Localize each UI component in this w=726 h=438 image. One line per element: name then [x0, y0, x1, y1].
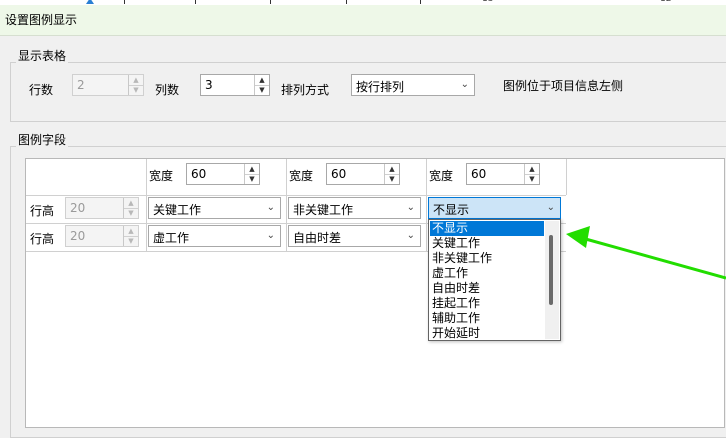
cols-down-icon[interactable]: ▼ [255, 85, 269, 95]
field-value: 非关键工作 [293, 203, 354, 217]
width-label: 宽度 [289, 169, 314, 183]
width-value: 60 [191, 167, 207, 181]
dialog-title: 设置图例显示 [5, 13, 78, 27]
row-height-stepper-2[interactable]: 20 ▲ ▼ [65, 225, 139, 247]
arrange-label: 排列方式 [281, 83, 330, 97]
row-height-label: 行高 [30, 232, 55, 246]
cols-label: 列数 [155, 83, 180, 97]
chevron-down-icon: ⌄ [460, 79, 469, 90]
display-table-group-title: 显示表格 [16, 47, 69, 64]
dropdown-option[interactable]: 辅助工作 [430, 311, 544, 326]
chevron-down-icon: ⌄ [406, 202, 415, 213]
row-height-value: 20 [70, 229, 86, 243]
width-stepper-1[interactable]: 60 ▲ ▼ [186, 163, 260, 185]
field-select-r1c3[interactable]: 不显示 ⌄ [428, 197, 561, 219]
field-select-r1c2[interactable]: 非关键工作 ⌄ [288, 197, 421, 219]
rows-down-icon[interactable]: ▼ [129, 85, 143, 95]
width-value: 60 [471, 167, 487, 181]
field-value: 不显示 [433, 203, 470, 217]
dropdown-option[interactable]: 挂起工作 [430, 296, 544, 311]
cols-stepper[interactable]: 3 ▲ ▼ [200, 74, 270, 96]
rows-value: 2 [77, 78, 85, 92]
dropdown-option[interactable]: 不显示 [430, 221, 544, 236]
field-select-r1c1[interactable]: 关键工作 ⌄ [148, 197, 281, 219]
field-value: 自由时差 [293, 231, 342, 245]
chevron-down-icon: ⌄ [266, 230, 275, 241]
width-stepper-3[interactable]: 60 ▲ ▼ [466, 163, 540, 185]
chevron-down-icon: ⌄ [406, 230, 415, 241]
arrange-value: 按行排列 [356, 80, 405, 94]
ruler-label: 13 [482, 0, 493, 4]
rows-stepper[interactable]: 2 ▲ ▼ [72, 74, 144, 96]
dialog-title-bar: 设置图例显示 [0, 5, 726, 36]
width-stepper-2[interactable]: 60 ▲ ▼ [326, 163, 400, 185]
row-height-stepper-1[interactable]: 20 ▲ ▼ [65, 197, 139, 219]
width-down-icon[interactable]: ▼ [245, 174, 259, 184]
width-value: 60 [331, 167, 347, 181]
dropdown-option[interactable]: 自由时差 [430, 281, 544, 296]
chevron-down-icon: ⌄ [266, 202, 275, 213]
row-height-value: 20 [70, 201, 86, 215]
row-height-down-icon[interactable]: ▼ [124, 236, 138, 246]
width-down-icon[interactable]: ▼ [385, 174, 399, 184]
dropdown-option[interactable]: 虚工作 [430, 266, 544, 281]
width-down-icon[interactable]: ▼ [525, 174, 539, 184]
rows-label: 行数 [29, 83, 54, 97]
dropdown-option[interactable]: 开始延时 [430, 326, 544, 341]
field-select-r2c1[interactable]: 虚工作 ⌄ [148, 225, 281, 247]
ruler-marker-icon [86, 0, 94, 4]
width-label: 宽度 [429, 169, 454, 183]
width-label: 宽度 [149, 169, 174, 183]
chevron-down-icon: ⌄ [546, 202, 555, 213]
dropdown-scrollbar[interactable] [545, 221, 559, 339]
field-dropdown-list[interactable]: 不显示 关键工作 非关键工作 虚工作 自由时差 挂起工作 辅助工作 开始延时 [428, 219, 561, 341]
scrollbar-thumb[interactable] [549, 235, 553, 305]
legend-position-text: 图例位于项目信息左侧 [503, 79, 624, 93]
legend-fields-group-title: 图例字段 [16, 131, 69, 148]
cols-value: 3 [205, 78, 213, 92]
row-height-down-icon[interactable]: ▼ [124, 208, 138, 218]
ruler-label: 12 [660, 0, 671, 4]
field-select-r2c2[interactable]: 自由时差 ⌄ [288, 225, 421, 247]
dropdown-option[interactable]: 非关键工作 [430, 251, 544, 266]
row-height-label: 行高 [30, 204, 55, 218]
dropdown-option[interactable]: 关键工作 [430, 236, 544, 251]
annotation-arrow-icon [566, 226, 726, 280]
field-value: 关键工作 [153, 203, 202, 217]
arrange-select[interactable]: 按行排列 ⌄ [351, 74, 475, 96]
field-value: 虚工作 [153, 231, 190, 245]
